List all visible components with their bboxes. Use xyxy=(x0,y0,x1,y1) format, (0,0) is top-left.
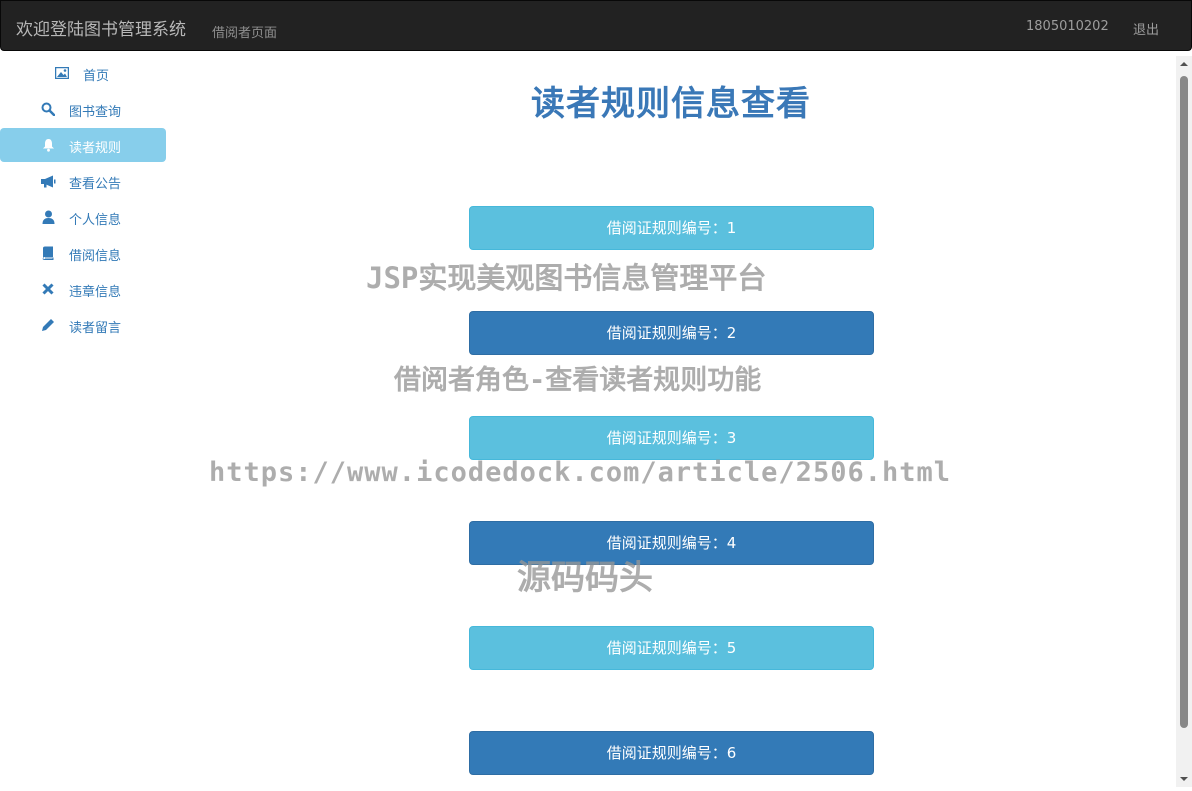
page-subtitle: 借阅者页面 xyxy=(212,26,278,41)
rule-button-3[interactable]: 借阅证规则编号：3 xyxy=(469,416,874,460)
user-icon xyxy=(40,209,56,225)
sidebar-item-label: 借阅信息 xyxy=(69,249,122,264)
sidebar-item-label: 读者留言 xyxy=(69,321,122,336)
sidebar-item-reader-rules[interactable]: 读者规则 xyxy=(0,128,166,162)
top-navbar: 欢迎登陆图书管理系统 借阅者页面 1805010202 退出 xyxy=(0,0,1192,51)
watermark-url: https://www.icodedock.com/article/2506.h… xyxy=(209,457,951,488)
sidebar-nav: 首页 图书查询 读者规则 查看公告 个人信息 借阅信息 违章信息 读者留言 xyxy=(0,56,166,344)
logout-link[interactable]: 退出 xyxy=(1133,19,1159,38)
sidebar-item-label: 读者规则 xyxy=(69,141,122,156)
watermark-brand: 源码码头 xyxy=(517,558,653,598)
sidebar-item-announcements[interactable]: 查看公告 xyxy=(0,164,166,198)
scroll-down-arrow-icon[interactable] xyxy=(1176,771,1192,787)
page-title: 读者规则信息查看 xyxy=(531,84,811,124)
bullhorn-icon xyxy=(40,173,56,189)
sidebar-item-borrow-info[interactable]: 借阅信息 xyxy=(0,236,166,270)
pencil-icon xyxy=(40,317,56,333)
user-id-link[interactable]: 1805010202 xyxy=(1026,19,1109,34)
search-icon xyxy=(40,101,56,117)
scroll-up-arrow-icon[interactable] xyxy=(1176,56,1192,72)
sidebar-item-home[interactable]: 首页 xyxy=(0,56,166,90)
watermark-title: JSP实现美观图书信息管理平台 xyxy=(366,261,767,295)
sidebar-item-label: 图书查询 xyxy=(69,105,122,120)
scrollbar-thumb[interactable] xyxy=(1180,76,1188,728)
sidebar-item-personal-info[interactable]: 个人信息 xyxy=(0,200,166,234)
picture-icon xyxy=(54,65,70,81)
sidebar-item-label: 个人信息 xyxy=(69,213,122,228)
sidebar-item-violations[interactable]: 违章信息 xyxy=(0,272,166,306)
book-icon xyxy=(40,245,56,261)
rule-button-6[interactable]: 借阅证规则编号：6 xyxy=(469,731,874,775)
rule-button-2[interactable]: 借阅证规则编号：2 xyxy=(469,311,874,355)
watermark-subtitle: 借阅者角色-查看读者规则功能 xyxy=(394,365,762,396)
sidebar-item-messages[interactable]: 读者留言 xyxy=(0,308,166,342)
vertical-scrollbar[interactable] xyxy=(1176,56,1192,787)
rule-button-1[interactable]: 借阅证规则编号：1 xyxy=(469,206,874,250)
sidebar-item-book-search[interactable]: 图书查询 xyxy=(0,92,166,126)
sidebar-item-label: 首页 xyxy=(83,69,110,84)
sidebar-item-label: 查看公告 xyxy=(69,177,122,192)
bell-icon xyxy=(40,137,56,153)
sidebar-item-label: 违章信息 xyxy=(69,285,122,300)
brand-title[interactable]: 欢迎登陆图书管理系统 xyxy=(16,15,186,40)
close-icon xyxy=(40,281,56,297)
rule-button-5[interactable]: 借阅证规则编号：5 xyxy=(469,626,874,670)
